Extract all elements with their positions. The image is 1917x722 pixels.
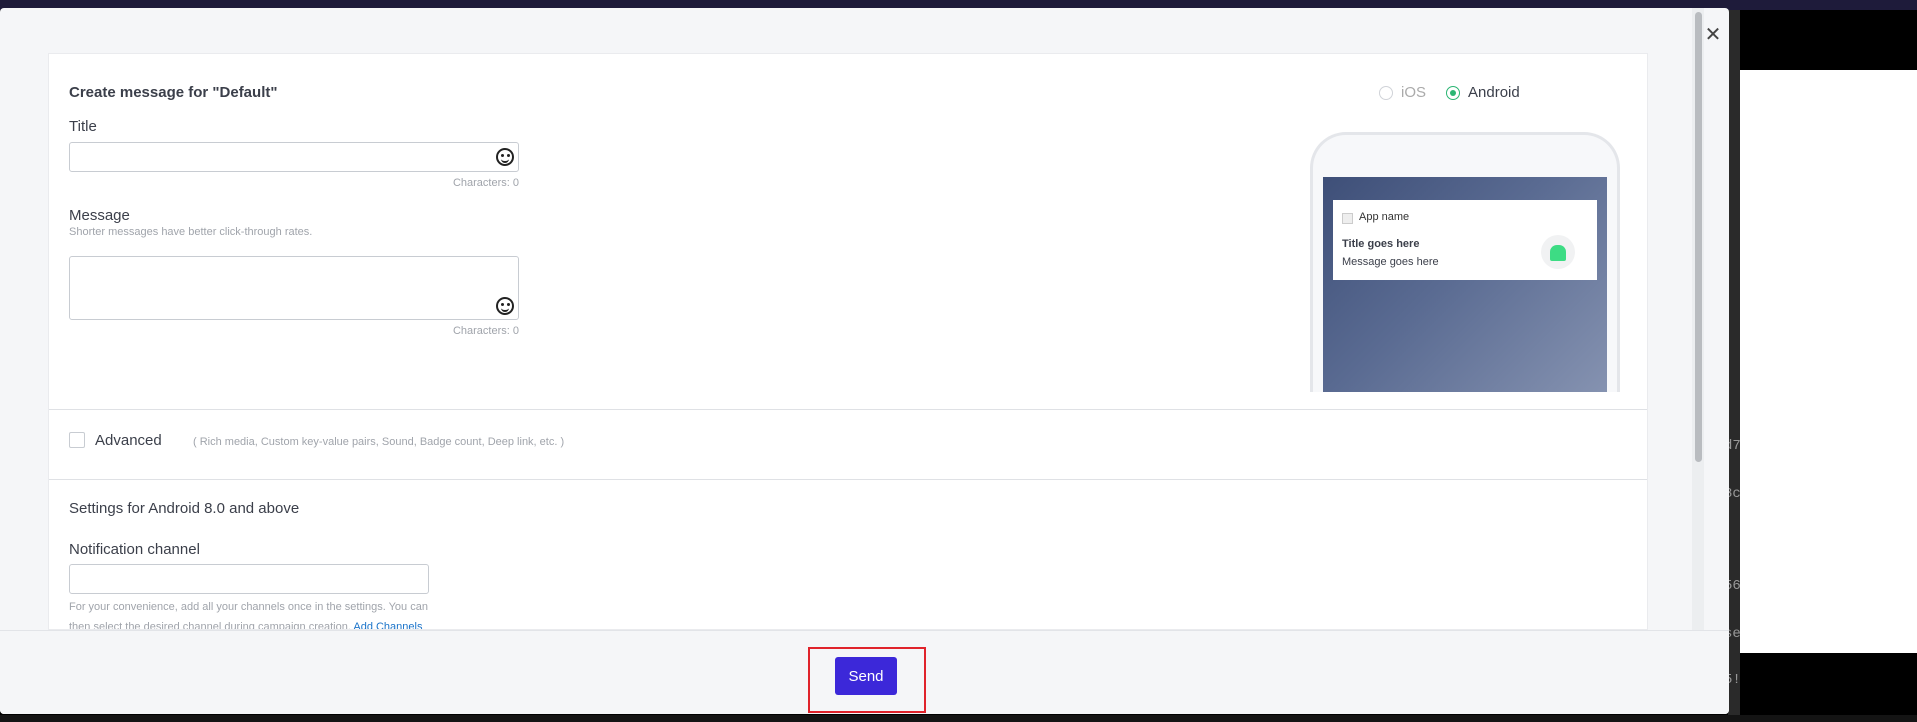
background-panel bbox=[1740, 70, 1917, 653]
phone-preview: App name Title goes here Message goes he… bbox=[1310, 132, 1620, 392]
message-help-text: Shorter messages have better click-throu… bbox=[69, 226, 313, 238]
advanced-hint: ( Rich media, Custom key-value pairs, So… bbox=[193, 436, 565, 448]
modal-footer: Send bbox=[0, 630, 1729, 714]
divider bbox=[49, 409, 1647, 410]
emoji-icon[interactable] bbox=[496, 148, 514, 166]
page-title: Create message for "Default" bbox=[69, 84, 278, 101]
notification-channel-label: Notification channel bbox=[69, 541, 200, 558]
background-bottom-bar bbox=[0, 715, 1917, 722]
phone-screen: App name Title goes here Message goes he… bbox=[1323, 177, 1607, 392]
channel-help-text: For your convenience, add all your chann… bbox=[69, 597, 429, 629]
app-icon bbox=[1342, 213, 1353, 224]
message-textarea[interactable] bbox=[69, 256, 519, 320]
android-icon bbox=[1541, 235, 1575, 269]
notification-title: Title goes here bbox=[1342, 238, 1420, 250]
platform-selector: iOS Android bbox=[1379, 84, 1520, 101]
message-char-count: Characters: 0 bbox=[452, 325, 519, 337]
platform-label-android: Android bbox=[1468, 84, 1520, 101]
title-char-count: Characters: 0 bbox=[452, 177, 519, 189]
create-message-modal: ✕ Create message for "Default" iOS Andro… bbox=[0, 8, 1729, 714]
notification-message: Message goes here bbox=[1342, 256, 1439, 268]
radio-ios[interactable] bbox=[1379, 85, 1393, 100]
radio-android[interactable] bbox=[1446, 85, 1461, 100]
notification-app-name: App name bbox=[1359, 211, 1410, 223]
message-label: Message bbox=[69, 207, 130, 224]
emoji-icon[interactable] bbox=[496, 297, 514, 315]
send-button[interactable]: Send bbox=[835, 657, 897, 695]
title-label: Title bbox=[69, 118, 97, 135]
platform-option-ios[interactable]: iOS bbox=[1379, 84, 1426, 101]
divider bbox=[49, 479, 1647, 480]
advanced-label[interactable]: Advanced bbox=[95, 432, 162, 449]
notification-preview: App name Title goes here Message goes he… bbox=[1333, 200, 1597, 280]
notification-channel-input[interactable] bbox=[69, 564, 429, 594]
android-settings-title: Settings for Android 8.0 and above bbox=[69, 500, 300, 517]
platform-option-android[interactable]: Android bbox=[1446, 84, 1520, 101]
advanced-checkbox[interactable] bbox=[69, 432, 85, 448]
scrollbar-thumb[interactable] bbox=[1695, 12, 1702, 462]
platform-label-ios: iOS bbox=[1401, 84, 1427, 101]
background-overlay bbox=[1728, 10, 1740, 722]
title-input[interactable] bbox=[69, 142, 519, 172]
add-channels-link[interactable]: Add Channels bbox=[353, 621, 422, 629]
message-card: Create message for "Default" iOS Android… bbox=[48, 53, 1648, 630]
